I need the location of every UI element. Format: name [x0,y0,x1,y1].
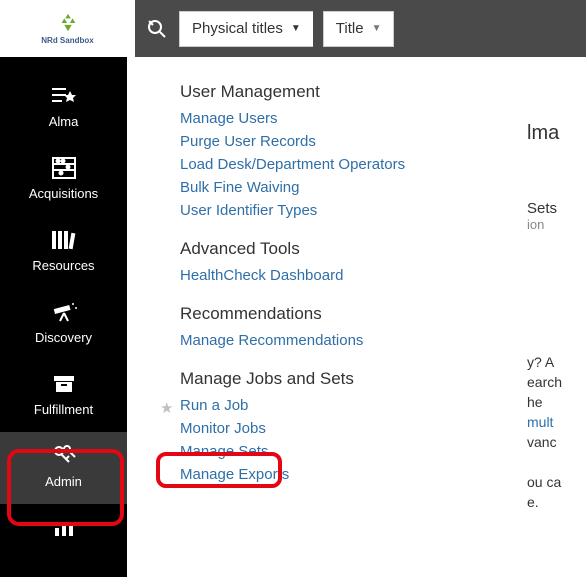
star-icon: ★ [160,399,173,417]
cut-text: ion [521,217,586,232]
cut-text: y? A [521,352,586,372]
search-scope-select[interactable]: Physical titles ▼ [179,11,313,47]
org-logo: NRd Sandbox [0,0,135,57]
abacus-icon [0,154,127,182]
org-name: NRd Sandbox [41,36,93,45]
menu-section-title: Manage Jobs and Sets [180,369,500,389]
sidebar-item-admin[interactable]: Admin [0,432,127,504]
top-toolbar: Physical titles ▼ Title ▼ [135,0,586,57]
sidebar-item-analytics[interactable] [0,504,127,561]
menu-link-manage-exports[interactable]: Manage Exports [180,466,500,483]
cut-text: he [521,392,586,412]
cut-text: vanc [521,432,586,452]
menu-link-manage-users[interactable]: Manage Users [180,110,500,127]
sidebar-item-label: Admin [0,474,127,489]
sidebar-item-label: Discovery [0,330,127,345]
list-star-icon [0,82,127,110]
books-icon [0,226,127,254]
menu-link-run-job[interactable]: ★Run a Job [180,397,500,414]
keys-icon [0,442,127,470]
sidebar-item-resources[interactable]: Resources [0,216,127,288]
menu-link-healthcheck[interactable]: HealthCheck Dashboard [180,267,500,284]
cut-heading: lma [521,122,586,145]
menu-link-bulk-fine[interactable]: Bulk Fine Waiving [180,179,500,196]
background-page-fragment: lma Sets ion y? A earch he mult vanc ou … [521,57,586,577]
admin-menu-panel: User Management Manage Users Purge User … [135,57,520,577]
telescope-icon [0,298,127,326]
cut-link[interactable]: mult [521,412,586,432]
sidebar-item-fulfillment[interactable]: Fulfillment [0,360,127,432]
bar-chart-icon [0,514,127,542]
archive-icon [0,370,127,398]
menu-link-user-id-types[interactable]: User Identifier Types [180,202,500,219]
persistent-search-icon[interactable] [145,17,169,41]
search-field-select[interactable]: Title ▼ [323,11,395,47]
menu-link-purge-users[interactable]: Purge User Records [180,133,500,150]
cut-text: earch [521,372,586,392]
caret-down-icon: ▼ [372,23,382,34]
sidebar-item-discovery[interactable]: Discovery [0,288,127,360]
sidebar-item-label: Alma [0,114,127,129]
menu-link-load-operators[interactable]: Load Desk/Department Operators [180,156,500,173]
cut-text: Sets [521,200,586,217]
recycle-logo-icon [57,12,79,34]
sidebar-item-acquisitions[interactable]: Acquisitions [0,144,127,216]
cut-text: ou ca [521,472,586,492]
sidebar-item-alma[interactable]: Alma [0,72,127,144]
search-field-value: Title [336,20,364,37]
main-sidebar: Alma Acquisitions Resources Discovery Fu… [0,57,127,577]
sidebar-item-label: Acquisitions [0,186,127,201]
caret-down-icon: ▼ [291,23,301,34]
menu-link-monitor-jobs[interactable]: Monitor Jobs [180,420,500,437]
search-scope-value: Physical titles [192,20,283,37]
menu-link-manage-sets[interactable]: Manage Sets [180,443,500,460]
menu-section-title: Recommendations [180,304,500,324]
sidebar-item-label: Fulfillment [0,402,127,417]
menu-link-label: Run a Job [180,397,248,414]
menu-section-title: User Management [180,82,500,102]
menu-link-manage-recs[interactable]: Manage Recommendations [180,332,500,349]
cut-text: e. [521,492,586,512]
menu-section-title: Advanced Tools [180,239,500,259]
sidebar-item-label: Resources [0,258,127,273]
